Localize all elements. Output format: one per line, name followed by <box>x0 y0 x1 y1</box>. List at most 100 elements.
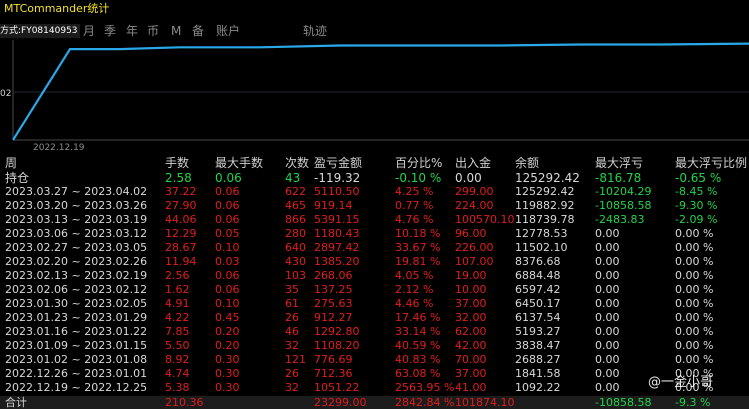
cell-count: 280 <box>285 227 306 240</box>
cell-pnl: 137.25 <box>314 283 353 296</box>
cell-max-lots: 0.06 <box>215 213 240 226</box>
table-row[interactable]: 2023.03.13 ~ 2023.03.19 44.06 0.06 866 5391.… <box>0 213 749 226</box>
table-row[interactable]: 2022.12.26 ~ 2023.01.01 4.74 0.30 26 712.36 6… <box>0 367 749 380</box>
cell-lots: 11.94 <box>165 255 197 268</box>
tab-trajectory[interactable]: 轨迹 <box>303 20 327 42</box>
table-row[interactable]: 2023.02.27 ~ 2023.03.05 28.67 0.10 640 2897.… <box>0 241 749 254</box>
cell-week-range: 2022.12.26 ~ 2023.01.01 <box>5 367 148 380</box>
cell-pnl: 1385.20 <box>314 255 360 268</box>
cell-max-drawdown-ratio: 0.00 % <box>675 311 714 324</box>
cell-deposit: 32.00 <box>455 311 487 324</box>
table-row[interactable]: 2023.01.23 ~ 2023.01.29 4.22 0.45 26 912.27 1… <box>0 311 749 324</box>
cell-percent: 0.77 % <box>395 199 434 212</box>
position-pnl: -119.32 <box>314 171 361 185</box>
cell-pnl: 1108.20 <box>314 339 360 352</box>
table-row[interactable]: 2023.03.06 ~ 2023.03.12 12.29 0.05 280 1180.… <box>0 227 749 240</box>
cell-max-drawdown-ratio: 0.00 % <box>675 283 714 296</box>
position-max-drawdown-ratio: -0.65 % <box>675 171 722 185</box>
header-max-lots: 最大手数 <box>215 156 264 170</box>
table-row[interactable]: 2023.03.20 ~ 2023.03.26 27.90 0.06 465 919.1… <box>0 199 749 212</box>
total-percent: 2842.84 % <box>395 396 455 409</box>
cell-max-drawdown-ratio: 0.00 % <box>675 227 714 240</box>
cell-count: 46 <box>285 325 299 338</box>
cell-max-drawdown: 0.00 <box>595 325 620 338</box>
table-row[interactable]: 2023.01.30 ~ 2023.02.05 4.91 0.10 61 275.63 4… <box>0 297 749 310</box>
equity-chart: 02 2022.12.19 <box>0 40 749 152</box>
cell-max-drawdown: 0.00 <box>595 255 620 268</box>
cell-count: 35 <box>285 283 299 296</box>
cell-max-drawdown-ratio: 0.00 % <box>675 325 714 338</box>
cell-lots: 2.56 <box>165 269 190 282</box>
cell-count: 26 <box>285 311 299 324</box>
header-balance: 余额 <box>515 156 540 170</box>
cell-count: 866 <box>285 213 306 226</box>
cell-max-drawdown: 0.00 <box>595 227 620 240</box>
cell-max-drawdown: 0.00 <box>595 311 620 324</box>
cell-lots: 4.22 <box>165 311 190 324</box>
position-max-lots: 0.06 <box>215 171 242 185</box>
cell-deposit: 10.00 <box>455 283 487 296</box>
header-percent: 百分比% <box>395 156 443 170</box>
cell-deposit: 107.00 <box>455 255 494 268</box>
cell-max-lots: 0.45 <box>215 311 240 324</box>
cell-percent: 33.14 % <box>395 325 441 338</box>
cell-count: 640 <box>285 241 306 254</box>
table-row[interactable]: 2023.02.20 ~ 2023.02.26 11.94 0.03 430 1385.… <box>0 255 749 268</box>
cell-max-lots: 0.06 <box>215 185 240 198</box>
table-row[interactable]: 2023.02.13 ~ 2023.02.19 2.56 0.06 103 268.06… <box>0 269 749 282</box>
cell-max-drawdown-ratio: 0.00 % <box>675 297 714 310</box>
cell-percent: 10.18 % <box>395 227 441 240</box>
table-row[interactable]: 2023.03.27 ~ 2023.04.02 37.22 0.06 622 5110.… <box>0 185 749 198</box>
tab-account[interactable]: 账户 <box>216 20 240 42</box>
table-row[interactable]: 2023.02.06 ~ 2023.02.12 1.62 0.06 35 137.25 2… <box>0 283 749 296</box>
cell-max-lots: 0.10 <box>215 297 240 310</box>
cell-lots: 27.90 <box>165 199 197 212</box>
cell-max-drawdown-ratio: 0.00 % <box>675 255 714 268</box>
cell-week-range: 2023.01.23 ~ 2023.01.29 <box>5 311 148 324</box>
cell-percent: 4.46 % <box>395 297 434 310</box>
tab-bar: 方式:FY08140953 月 季 年 币 M 备 账户 轨迹 <box>0 20 749 42</box>
cell-week-range: 2023.03.27 ~ 2023.04.02 <box>5 185 148 198</box>
cell-lots: 28.67 <box>165 241 197 254</box>
cell-max-lots: 0.03 <box>215 255 240 268</box>
cell-week-range: 2023.02.13 ~ 2023.02.19 <box>5 269 148 282</box>
tab-quarter[interactable]: 季 <box>104 20 116 42</box>
cell-balance: 12778.53 <box>515 227 568 240</box>
header-count: 次数 <box>285 156 310 170</box>
stats-table: 周 手数 最大手数 次数 盈亏金额 百分比% 出入金 余额 最大浮亏 最大浮亏比… <box>0 155 749 409</box>
cell-lots: 12.29 <box>165 227 197 240</box>
cell-max-drawdown: 0.00 <box>595 297 620 310</box>
cell-max-lots: 0.20 <box>215 339 240 352</box>
cell-lots: 5.50 <box>165 339 190 352</box>
cell-deposit: 299.00 <box>455 185 494 198</box>
cell-balance: 125292.42 <box>515 185 575 198</box>
cell-count: 32 <box>285 381 299 394</box>
cell-week-range: 2023.03.06 ~ 2023.03.12 <box>5 227 148 240</box>
tab-month[interactable]: 月 <box>83 20 95 42</box>
table-row[interactable]: 2023.01.02 ~ 2023.01.08 8.92 0.30 121 776.69… <box>0 353 749 366</box>
tab-year[interactable]: 年 <box>126 20 138 42</box>
cell-max-lots: 0.06 <box>215 199 240 212</box>
position-percent: -0.10 % <box>395 171 442 185</box>
cell-lots: 4.74 <box>165 367 190 380</box>
table-row[interactable]: 2023.01.09 ~ 2023.01.15 5.50 0.20 32 1108.20… <box>0 339 749 352</box>
total-row[interactable]: 合计 210.36 23299.00 2842.84 % 101874.10 -… <box>0 396 749 409</box>
table-row[interactable]: 2022.12.19 ~ 2022.12.25 5.38 0.30 32 1051.22… <box>0 381 749 394</box>
cell-lots: 4.91 <box>165 297 190 310</box>
chart-x-tick: 2022.12.19 <box>33 143 85 152</box>
cell-count: 32 <box>285 339 299 352</box>
tab-currency[interactable]: 币 <box>147 20 159 42</box>
tab-note[interactable]: 备 <box>192 20 204 42</box>
cell-max-lots: 0.20 <box>215 325 240 338</box>
position-row[interactable]: 持仓 2.58 0.06 43 -119.32 -0.10 % 0.00 125… <box>0 172 749 185</box>
mode-label[interactable]: 方式:FY08140953 <box>0 24 80 38</box>
cell-lots: 7.85 <box>165 325 190 338</box>
cell-deposit: 96.00 <box>455 227 487 240</box>
header-week: 周 <box>5 156 18 170</box>
position-balance: 125292.42 <box>515 171 580 185</box>
cell-deposit: 62.00 <box>455 325 487 338</box>
tab-m[interactable]: M <box>171 20 181 42</box>
cell-count: 622 <box>285 185 306 198</box>
table-row[interactable]: 2023.01.16 ~ 2023.01.22 7.85 0.20 46 1292.80… <box>0 325 749 338</box>
cell-lots: 37.22 <box>165 185 197 198</box>
